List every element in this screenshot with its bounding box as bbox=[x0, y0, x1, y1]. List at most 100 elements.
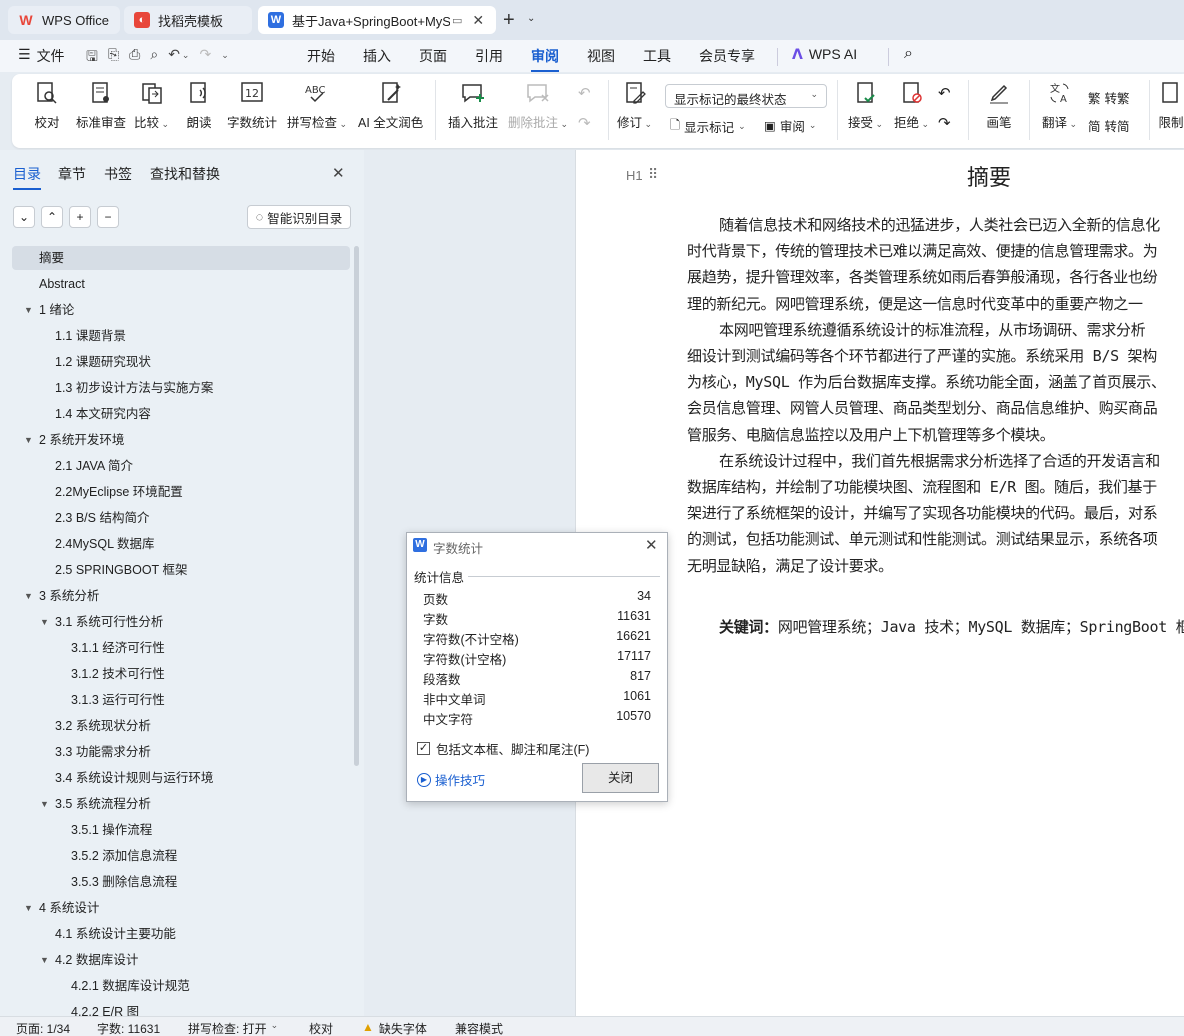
menu-review[interactable]: 审阅 bbox=[531, 46, 559, 72]
close-button[interactable]: 关闭 bbox=[582, 763, 659, 793]
search-icon[interactable]: ⌕ bbox=[904, 45, 913, 63]
ai-polish-button[interactable]: AI 全文润色 bbox=[358, 80, 423, 131]
toc-item[interactable]: 2.2MyEclipse 环境配置 bbox=[0, 480, 350, 504]
reject-button[interactable]: 拒绝 ⌄ bbox=[894, 80, 929, 131]
menu-insert[interactable]: 插入 bbox=[363, 46, 391, 66]
toc-item[interactable]: ▼ 2 系统开发环境 bbox=[0, 428, 350, 452]
next-change-icon[interactable]: ↷ bbox=[938, 114, 951, 132]
toc-item[interactable]: 3.1.2 技术可行性 bbox=[0, 662, 350, 686]
tab-wps-office[interactable]: W WPS Office bbox=[8, 6, 120, 34]
nav-tab-sections[interactable]: 章节 bbox=[58, 164, 86, 184]
insert-comment-button[interactable]: 插入批注 bbox=[448, 80, 498, 131]
toc-item[interactable]: 2.5 SPRINGBOOT 框架 bbox=[0, 558, 350, 582]
drag-handle-icon[interactable]: ⠿ bbox=[648, 166, 658, 183]
menu-references[interactable]: 引用 bbox=[475, 46, 503, 66]
toc-item[interactable]: Abstract bbox=[0, 272, 350, 296]
smart-toc-button[interactable]: ◌ 智能识别目录 bbox=[247, 205, 351, 229]
expand-triangle-icon[interactable]: ▼ bbox=[24, 584, 33, 608]
toc-item[interactable]: 3.5.3 删除信息流程 bbox=[0, 870, 350, 894]
translate-button[interactable]: 文A 翻译 ⌄ bbox=[1042, 80, 1077, 131]
expand-triangle-icon[interactable]: ▼ bbox=[24, 298, 33, 322]
show-markup-button[interactable]: 🗋 显示标记 ⌄ bbox=[670, 116, 746, 137]
toc-item[interactable]: 2.3 B/S 结构简介 bbox=[0, 506, 350, 530]
status-missing-font[interactable]: ▲ 缺失字体 bbox=[362, 1020, 427, 1036]
status-page[interactable]: 页面: 1/34 bbox=[16, 1020, 70, 1036]
expand-up-button[interactable]: ⌃ bbox=[41, 206, 63, 228]
toc-item[interactable]: ▼ 3.5 系统流程分析 bbox=[0, 792, 350, 816]
toc-item[interactable]: 2.1 JAVA 简介 bbox=[0, 454, 350, 478]
toc-item[interactable]: 3.2 系统现状分析 bbox=[0, 714, 350, 738]
include-textbox-checkbox[interactable]: ✓ 包括文本框、脚注和尾注(F) bbox=[417, 739, 589, 758]
toc-item[interactable]: 3.4 系统设计规则与运行环境 bbox=[0, 766, 350, 790]
toc-item[interactable]: 1.3 初步设计方法与实施方案 bbox=[0, 376, 350, 400]
menu-tools[interactable]: 工具 bbox=[643, 46, 671, 66]
wps-ai-menu[interactable]: ᐱ WPS AI bbox=[792, 46, 857, 63]
remove-heading-button[interactable]: − bbox=[97, 206, 119, 228]
close-icon[interactable]: ✕ bbox=[332, 164, 345, 182]
to-traditional-button[interactable]: 繁 转繁 bbox=[1088, 88, 1130, 107]
toc-item[interactable]: ▼ 3 系统分析 bbox=[0, 584, 350, 608]
word-count-button[interactable]: 12 字数统计 bbox=[227, 80, 277, 131]
collapse-all-button[interactable]: ⌄ bbox=[13, 206, 35, 228]
add-heading-button[interactable]: + bbox=[69, 206, 91, 228]
toc-item[interactable]: 4.2.1 数据库设计规范 bbox=[0, 974, 350, 998]
close-tab-icon[interactable]: ✕ bbox=[472, 12, 484, 29]
undo-dropdown-icon[interactable]: ⌄ bbox=[182, 50, 190, 70]
toc-item[interactable]: 1.1 课题背景 bbox=[0, 324, 350, 348]
to-simplified-button[interactable]: 简 转简 bbox=[1088, 116, 1130, 135]
toc-item[interactable]: 2.4MySQL 数据库 bbox=[0, 532, 350, 556]
tab-document[interactable]: W 基于Java+SpringBoot+MyS ▭ ✕ bbox=[258, 6, 496, 34]
restrict-editing-button[interactable]: 限制 bbox=[1158, 80, 1184, 131]
chevron-down-icon[interactable]: ⌄ bbox=[527, 13, 535, 24]
toc-item[interactable]: 4.1 系统设计主要功能 bbox=[0, 922, 350, 946]
save-icon[interactable]: 🖫 bbox=[86, 46, 98, 70]
toc-item[interactable]: 3.3 功能需求分析 bbox=[0, 740, 350, 764]
nav-tab-bookmarks[interactable]: 书签 bbox=[104, 164, 132, 184]
export-icon[interactable]: ⎘ bbox=[108, 46, 119, 70]
tips-link[interactable]: ▶ 操作技巧 bbox=[417, 770, 485, 789]
close-icon[interactable]: ✕ bbox=[645, 536, 658, 554]
toc-item[interactable]: 3.1.3 运行可行性 bbox=[0, 688, 350, 712]
tab-docer-templates[interactable]: ◐ 找稻壳模板 bbox=[124, 6, 252, 34]
toc-item[interactable]: ▼ 4 系统设计 bbox=[0, 896, 350, 920]
new-tab-icon[interactable]: + bbox=[503, 9, 515, 32]
print-preview-icon[interactable]: ⌕ bbox=[150, 46, 158, 70]
ink-button[interactable]: 画笔 bbox=[986, 80, 1012, 131]
markup-state-select[interactable]: 显示标记的最终状态 ⌄ bbox=[665, 84, 827, 108]
nav-tab-find-replace[interactable]: 查找和替换 bbox=[150, 164, 220, 184]
expand-triangle-icon[interactable]: ▼ bbox=[40, 610, 49, 634]
expand-triangle-icon[interactable]: ▼ bbox=[40, 948, 49, 972]
file-menu[interactable]: ☰ 文件 bbox=[18, 46, 65, 66]
expand-triangle-icon[interactable]: ▼ bbox=[24, 428, 33, 452]
toc-item[interactable]: 3.1.1 经济可行性 bbox=[0, 636, 350, 660]
print-icon[interactable]: ⎙ bbox=[129, 46, 140, 70]
read-aloud-button[interactable]: 朗读 bbox=[186, 80, 212, 131]
nav-tab-toc[interactable]: 目录 bbox=[13, 164, 41, 190]
toc-item[interactable]: 3.5.2 添加信息流程 bbox=[0, 844, 350, 868]
previous-change-icon[interactable]: ↶ bbox=[938, 84, 951, 102]
status-spell-check[interactable]: 拼写检查: 打开 ⌄ bbox=[188, 1020, 278, 1036]
review-pane-button[interactable]: ▣ 审阅 ⌄ bbox=[764, 116, 816, 135]
standard-review-button[interactable]: 标准审查 bbox=[76, 80, 126, 131]
menu-page[interactable]: 页面 bbox=[419, 46, 447, 66]
toc-item[interactable]: 1.2 课题研究现状 bbox=[0, 350, 350, 374]
track-changes-button[interactable]: 修订 ⌄ bbox=[617, 80, 652, 131]
menu-start[interactable]: 开始 bbox=[307, 46, 335, 66]
toc-scrollbar[interactable] bbox=[354, 246, 359, 766]
menu-view[interactable]: 视图 bbox=[587, 46, 615, 66]
toc-item[interactable]: 4.2.2 E/R 图 bbox=[0, 1000, 350, 1016]
toc-item[interactable]: 摘要 bbox=[12, 246, 350, 270]
toc-item[interactable]: 1.4 本文研究内容 bbox=[0, 402, 350, 426]
more-quick-icon[interactable]: ⌄ bbox=[221, 50, 229, 70]
compare-button[interactable]: 比较 ⌄ bbox=[134, 80, 169, 131]
menu-member[interactable]: 会员专享 bbox=[699, 46, 755, 66]
proofread-button[interactable]: 校对 bbox=[34, 80, 60, 131]
toc-item[interactable]: ▼ 4.2 数据库设计 bbox=[0, 948, 350, 972]
status-word-count[interactable]: 字数: 11631 bbox=[97, 1020, 160, 1036]
toc-item[interactable]: ▼ 3.1 系统可行性分析 bbox=[0, 610, 350, 634]
spell-check-button[interactable]: ABC 拼写检查 ⌄ bbox=[287, 80, 347, 131]
accept-button[interactable]: 接受 ⌄ bbox=[848, 80, 883, 131]
toc-item[interactable]: 3.5.1 操作流程 bbox=[0, 818, 350, 842]
expand-triangle-icon[interactable]: ▼ bbox=[40, 792, 49, 816]
undo-icon[interactable]: ↶ bbox=[168, 46, 180, 70]
